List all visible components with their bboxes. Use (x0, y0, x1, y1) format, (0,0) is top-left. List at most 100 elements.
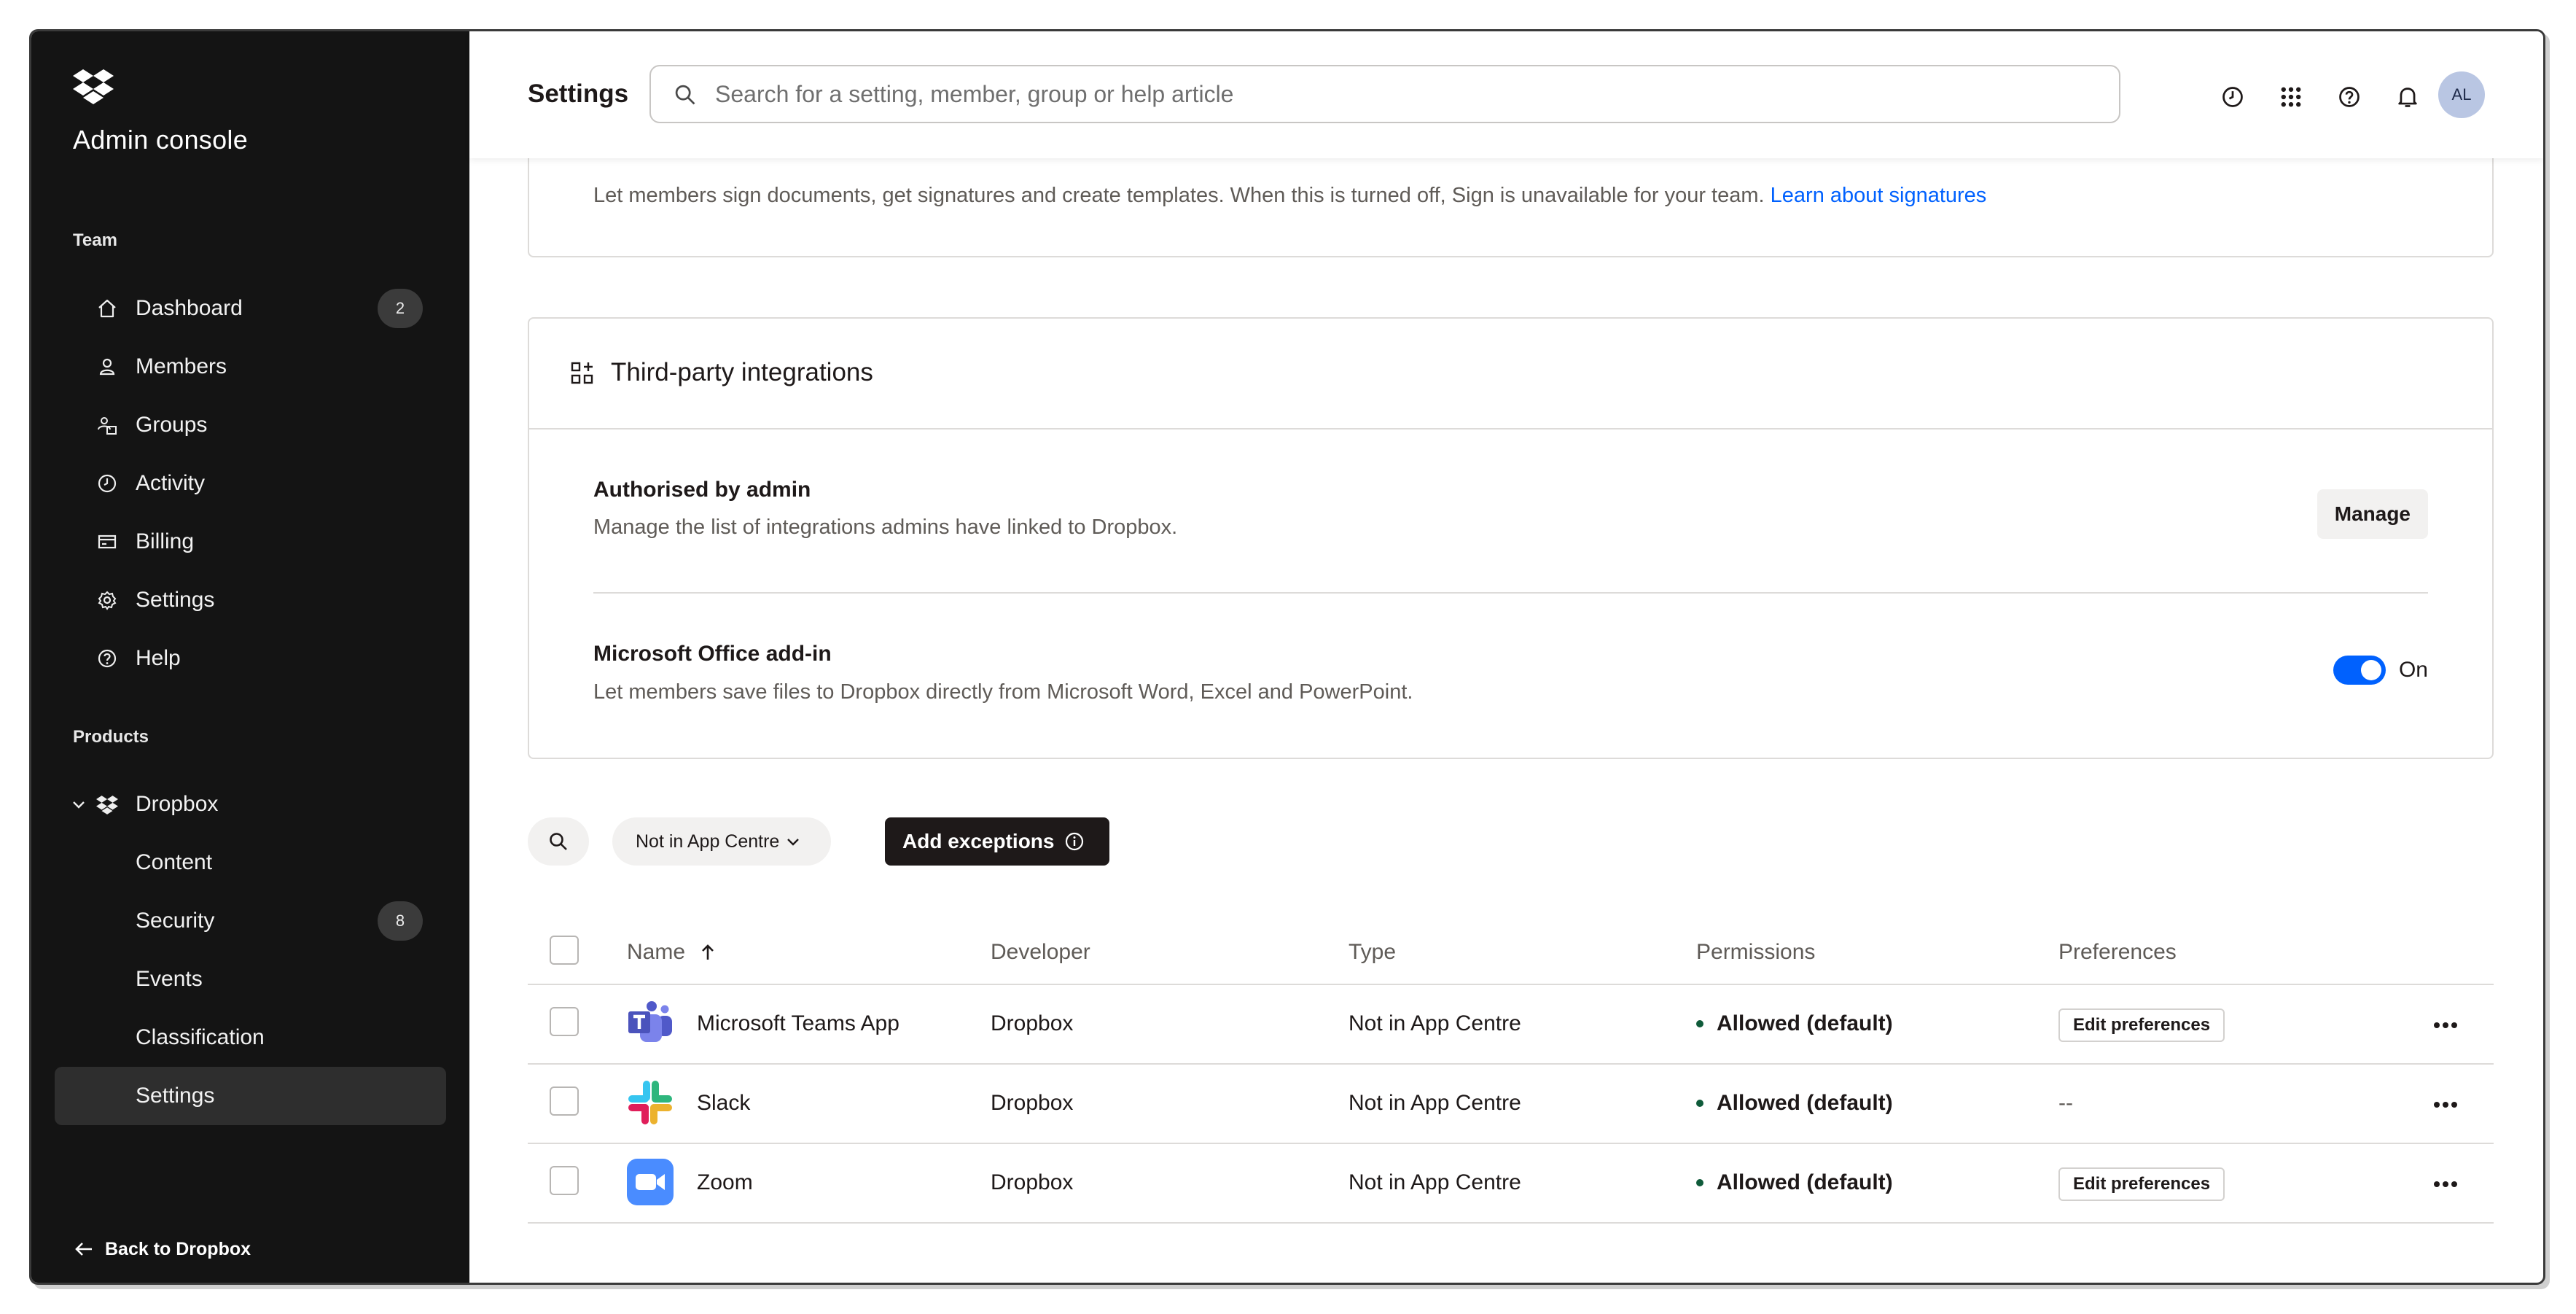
third-party-integrations-card: Third-party integrations Authorised by a… (528, 317, 2494, 759)
column-permissions[interactable]: Permissions (1696, 940, 1815, 965)
table-row[interactable]: Slack Dropbox Not in App Centre Allowed … (528, 1065, 2494, 1144)
help-icon[interactable] (2333, 81, 2365, 113)
search-input[interactable] (715, 75, 2085, 113)
column-developer[interactable]: Developer (991, 940, 1090, 965)
sidebar-item-events[interactable]: Events (55, 950, 446, 1008)
edit-preferences-button[interactable]: Edit preferences (2058, 1008, 2225, 1042)
table-row[interactable]: Zoom Dropbox Not in App Centre Allowed (… (528, 1144, 2494, 1224)
more-options-icon[interactable] (2431, 1173, 2460, 1195)
sidebar-item-label: Members (136, 354, 227, 378)
back-to-dropbox-link[interactable]: Back to Dropbox (73, 1235, 251, 1264)
sidebar-item-label: Groups (136, 413, 208, 437)
type-filter-dropdown[interactable]: Not in App Centre (612, 817, 831, 866)
sidebar-item-members[interactable]: Members (55, 338, 446, 396)
products-section-label: Products (73, 727, 149, 747)
sign-description-text: Let members sign documents, get signatur… (593, 184, 1765, 207)
app-grid-icon[interactable] (2275, 81, 2307, 113)
arrow-up-icon (702, 944, 714, 960)
column-preferences[interactable]: Preferences (2058, 940, 2177, 965)
dropbox-icon (95, 792, 120, 817)
main-content: Let members sign documents, get signatur… (469, 31, 2543, 1283)
info-icon (1066, 832, 1084, 851)
sidebar-item-product-settings[interactable]: Settings (55, 1067, 446, 1125)
sidebar-item-classification[interactable]: Classification (55, 1008, 446, 1067)
search-icon (550, 833, 567, 850)
office-addin-toggle[interactable] (2333, 656, 2386, 685)
groups-icon (95, 413, 120, 438)
sidebar-item-label: Settings (136, 1084, 215, 1108)
status-dot (1696, 1100, 1703, 1107)
manage-button[interactable]: Manage (2317, 489, 2428, 539)
app-developer: Dropbox (991, 1011, 1074, 1035)
global-search[interactable] (649, 65, 2120, 123)
card-title: Third-party integrations (611, 358, 873, 386)
sidebar-item-label: Billing (136, 529, 195, 553)
office-addin-title: Microsoft Office add-in (593, 642, 832, 666)
team-section-label: Team (73, 230, 117, 250)
row-checkbox[interactable] (550, 1007, 579, 1036)
select-all-checkbox[interactable] (550, 936, 579, 965)
app-permission: Allowed (default) (1696, 1170, 1893, 1195)
office-addin-toggle-group: On (2333, 656, 2428, 685)
sidebar-item-label: Events (136, 967, 203, 991)
learn-about-signatures-link[interactable]: Learn about signatures (1771, 184, 1987, 207)
sidebar-item-settings[interactable]: Settings (55, 571, 446, 629)
search-icon (675, 85, 695, 105)
edit-preferences-button[interactable]: Edit preferences (2058, 1167, 2225, 1201)
row-checkbox[interactable] (550, 1086, 579, 1116)
sidebar-item-activity[interactable]: Activity (55, 454, 446, 513)
sidebar-item-content[interactable]: Content (55, 833, 446, 892)
column-name-label: Name (627, 940, 686, 964)
table-header: Name Developer Type Permissions Preferen… (528, 914, 2494, 985)
arrow-left-icon (75, 1243, 92, 1256)
more-options-icon[interactable] (2431, 1094, 2460, 1116)
clock-icon[interactable] (2217, 81, 2249, 113)
teams-icon (628, 1001, 672, 1042)
column-name[interactable]: Name (627, 940, 716, 965)
sidebar-item-security[interactable]: Security 8 (55, 892, 446, 950)
sidebar-item-groups[interactable]: Groups (55, 396, 446, 454)
office-addin-description: Let members save files to Dropbox direct… (593, 680, 1413, 704)
sidebar-item-help[interactable]: Help (55, 629, 446, 688)
sidebar-item-label: Help (136, 646, 181, 670)
permission-label: Allowed (default) (1717, 1091, 1893, 1115)
count-badge: 8 (378, 901, 423, 941)
sidebar: Admin console Team Dashboard 2 Members G… (31, 31, 469, 1283)
divider (593, 592, 2428, 594)
sidebar-item-label: Dashboard (136, 296, 243, 320)
card-header: Third-party integrations (529, 319, 2492, 429)
app-name: Microsoft Teams App (697, 1011, 899, 1035)
chevron-down-icon[interactable] (66, 792, 91, 817)
help-icon (95, 646, 120, 671)
console-title: Admin console (73, 125, 249, 155)
sidebar-item-dashboard[interactable]: Dashboard 2 (55, 279, 446, 338)
dropbox-logo-icon[interactable] (73, 68, 114, 104)
sidebar-item-label: Classification (136, 1025, 265, 1049)
billing-icon (95, 529, 120, 554)
sidebar-item-label: Activity (136, 471, 206, 495)
count-badge: 2 (378, 289, 423, 328)
sidebar-item-dropbox[interactable]: Dropbox (55, 775, 446, 833)
authorised-description: Manage the list of integrations admins h… (593, 516, 1178, 539)
more-options-icon[interactable] (2431, 1014, 2460, 1036)
integrations-icon (571, 362, 593, 384)
bell-icon[interactable] (2392, 81, 2424, 113)
slack-icon (628, 1081, 672, 1124)
permission-label: Allowed (default) (1717, 1170, 1893, 1194)
top-header: Settings AL (469, 31, 2543, 158)
table-search-button[interactable] (528, 817, 589, 866)
status-dot (1696, 1020, 1703, 1027)
page-title: Settings (528, 79, 629, 108)
column-type[interactable]: Type (1349, 940, 1396, 965)
app-name: Slack (697, 1091, 751, 1115)
row-checkbox[interactable] (550, 1166, 579, 1195)
table-row[interactable]: Microsoft Teams App Dropbox Not in App C… (528, 985, 2494, 1065)
avatar[interactable]: AL (2438, 71, 2485, 118)
add-exceptions-button[interactable]: Add exceptions (885, 817, 1109, 866)
app-type: Not in App Centre (1349, 1011, 1521, 1035)
gear-icon (95, 588, 120, 613)
home-icon (95, 296, 120, 321)
sign-description: Let members sign documents, get signatur… (593, 184, 1986, 208)
sidebar-item-billing[interactable]: Billing (55, 513, 446, 571)
zoom-icon (627, 1159, 674, 1205)
